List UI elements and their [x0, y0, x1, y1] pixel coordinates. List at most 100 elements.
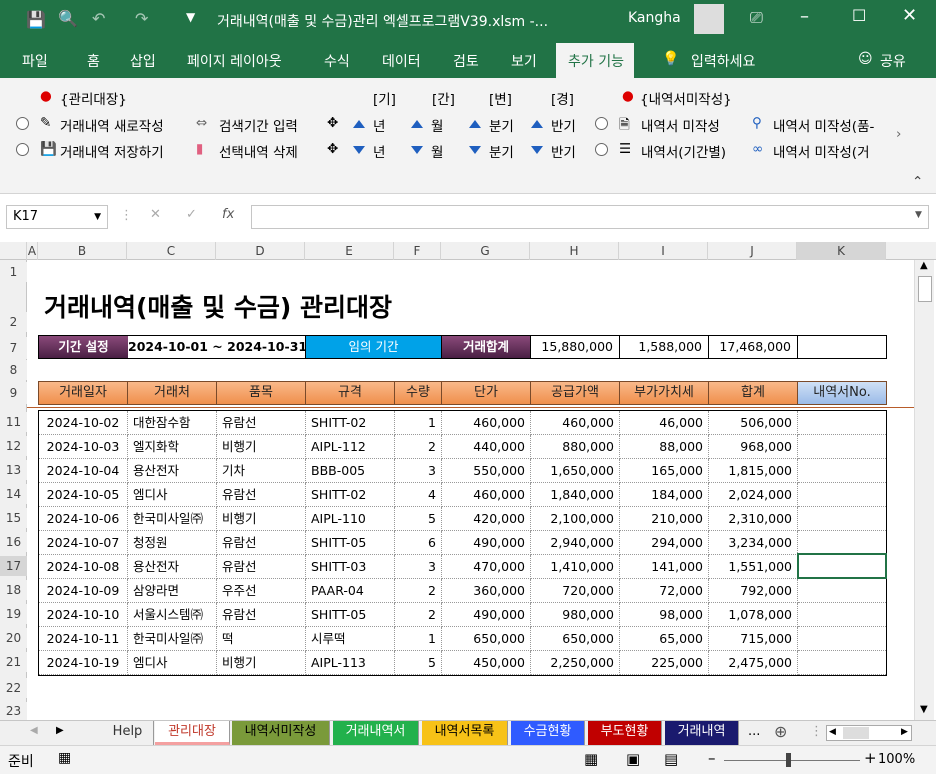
table-cell[interactable]: 440,000 — [442, 435, 531, 459]
table-cell[interactable]: 2024-10-19 — [39, 651, 128, 675]
inv-unwritten-tx-button[interactable]: 내역서 미작성(거 — [773, 141, 893, 161]
table-cell[interactable]: 65,000 — [620, 627, 709, 651]
inv-period-button[interactable]: 내역서(기간별) — [641, 141, 726, 161]
table-cell[interactable]: 2024-10-10 — [39, 603, 128, 627]
table-cell[interactable]: 360,000 — [442, 579, 531, 603]
table-cell[interactable] — [798, 627, 886, 651]
table-cell[interactable]: SHITT-05 — [306, 531, 395, 555]
table-cell[interactable]: 460,000 — [442, 483, 531, 507]
zoom-slider[interactable] — [724, 760, 860, 761]
scroll-down-icon[interactable]: ▼ — [920, 704, 928, 715]
enter-icon[interactable]: ✓ — [186, 207, 197, 222]
table-cell[interactable] — [798, 435, 886, 459]
zoom-level[interactable]: 100% — [878, 752, 915, 767]
table-cell[interactable]: 490,000 — [442, 603, 531, 627]
row-header[interactable]: 14 — [0, 484, 27, 504]
inv-unwritten-button[interactable]: 내역서 미작성 — [641, 115, 720, 135]
table-cell[interactable]: 3 — [395, 555, 442, 579]
share-button[interactable]: 공유 — [880, 51, 906, 71]
table-cell[interactable]: 4 — [395, 483, 442, 507]
table-cell[interactable] — [798, 579, 886, 603]
row-header[interactable]: 20 — [0, 628, 27, 648]
table-cell[interactable]: 2024-10-03 — [39, 435, 128, 459]
next-sheet-icon[interactable]: ▶ — [56, 725, 64, 736]
table-cell[interactable]: 엠디사 — [128, 651, 217, 675]
half-up-icon[interactable] — [531, 120, 543, 128]
table-cell[interactable]: 엘지화학 — [128, 435, 217, 459]
table-cell[interactable]: 서울시스템㈜ — [128, 603, 217, 627]
table-cell[interactable]: 294,000 — [620, 531, 709, 555]
table-cell[interactable]: 1,551,000 — [709, 555, 798, 579]
col-header-b[interactable]: B — [38, 242, 127, 260]
radio-inv-period[interactable] — [595, 143, 608, 156]
print-preview-icon[interactable]: 🔍 — [58, 9, 78, 28]
table-cell[interactable]: 98,000 — [620, 603, 709, 627]
year-down-label[interactable]: 년 — [373, 141, 385, 161]
month-up-icon[interactable] — [411, 120, 423, 128]
table-cell[interactable]: 한국미사일㈜ — [128, 627, 217, 651]
table-cell[interactable]: 650,000 — [442, 627, 531, 651]
table-cell[interactable]: 비행기 — [217, 507, 306, 531]
col-header-i[interactable]: I — [619, 242, 708, 260]
table-cell[interactable]: 88,000 — [620, 435, 709, 459]
year-down-icon[interactable] — [353, 146, 365, 154]
scroll-right-icon[interactable]: ▶ — [901, 727, 908, 737]
undo-icon[interactable]: ↶ — [92, 9, 105, 28]
sheet-tab-transactions[interactable]: 거래내역 — [665, 721, 739, 745]
close-icon[interactable]: ✕ — [902, 5, 917, 26]
col-header-h[interactable]: H — [530, 242, 619, 260]
table-cell[interactable]: 2024-10-05 — [39, 483, 128, 507]
col-header-c[interactable]: C — [127, 242, 216, 260]
table-cell[interactable]: 2 — [395, 435, 442, 459]
table-cell[interactable]: 880,000 — [531, 435, 620, 459]
table-cell[interactable]: 792,000 — [709, 579, 798, 603]
formula-input[interactable] — [251, 205, 929, 229]
scroll-up-icon[interactable]: ▲ — [920, 260, 928, 271]
tell-me-input[interactable]: 입력하세요 — [691, 51, 755, 71]
table-cell[interactable]: 1,815,000 — [709, 459, 798, 483]
row-header[interactable]: 21 — [0, 652, 27, 672]
table-cell[interactable]: 6 — [395, 531, 442, 555]
row-header[interactable]: 1 — [0, 262, 27, 282]
h-scroll-thumb[interactable] — [843, 727, 869, 739]
table-cell[interactable]: 용산전자 — [128, 555, 217, 579]
col-header-e[interactable]: E — [305, 242, 394, 260]
table-cell[interactable]: 1 — [395, 627, 442, 651]
table-cell[interactable]: 1,840,000 — [531, 483, 620, 507]
sheet-tab-inv-list[interactable]: 내역서목록 — [422, 721, 508, 745]
col-header-k[interactable]: K — [797, 242, 886, 260]
row-header[interactable]: 17 — [0, 556, 27, 576]
col-header-a[interactable]: A — [27, 242, 38, 260]
row-header[interactable]: 23 — [0, 702, 27, 720]
vertical-scrollbar[interactable]: ▲ ▼ — [914, 260, 934, 720]
table-cell[interactable]: 3 — [395, 459, 442, 483]
tab-view[interactable]: 보기 — [511, 51, 537, 71]
tab-review[interactable]: 검토 — [453, 51, 479, 71]
half-down-icon[interactable] — [531, 146, 543, 154]
row-header[interactable]: 7 — [0, 337, 27, 359]
function-icon[interactable]: fx — [222, 207, 234, 222]
table-cell[interactable]: 490,000 — [442, 531, 531, 555]
table-cell[interactable] — [798, 411, 886, 435]
table-cell[interactable]: 650,000 — [531, 627, 620, 651]
table-cell[interactable]: 2024-10-11 — [39, 627, 128, 651]
table-cell[interactable]: 460,000 — [531, 411, 620, 435]
table-cell[interactable]: 720,000 — [531, 579, 620, 603]
table-cell[interactable]: AIPL-113 — [306, 651, 395, 675]
month-up-label[interactable]: 월 — [431, 115, 443, 135]
minimize-icon[interactable]: – — [800, 6, 809, 27]
quarter-up-label[interactable]: 분기 — [489, 115, 514, 135]
add-sheet-icon[interactable]: ⊕ — [774, 722, 787, 741]
cancel-icon[interactable]: ✕ — [150, 207, 161, 222]
inv-unwritten-item-button[interactable]: 내역서 미작성(품- — [773, 115, 893, 135]
ribbon-display-icon[interactable]: ⎚ — [750, 8, 763, 28]
more-sheets-button[interactable]: ... — [748, 724, 760, 739]
selected-cell-k17[interactable] — [797, 553, 887, 579]
table-cell[interactable]: 떡 — [217, 627, 306, 651]
table-cell[interactable]: 450,000 — [442, 651, 531, 675]
row-header[interactable]: 19 — [0, 604, 27, 624]
table-cell[interactable]: 용산전자 — [128, 459, 217, 483]
col-header-d[interactable]: D — [216, 242, 305, 260]
table-cell[interactable] — [798, 651, 886, 675]
table-cell[interactable]: 비행기 — [217, 435, 306, 459]
